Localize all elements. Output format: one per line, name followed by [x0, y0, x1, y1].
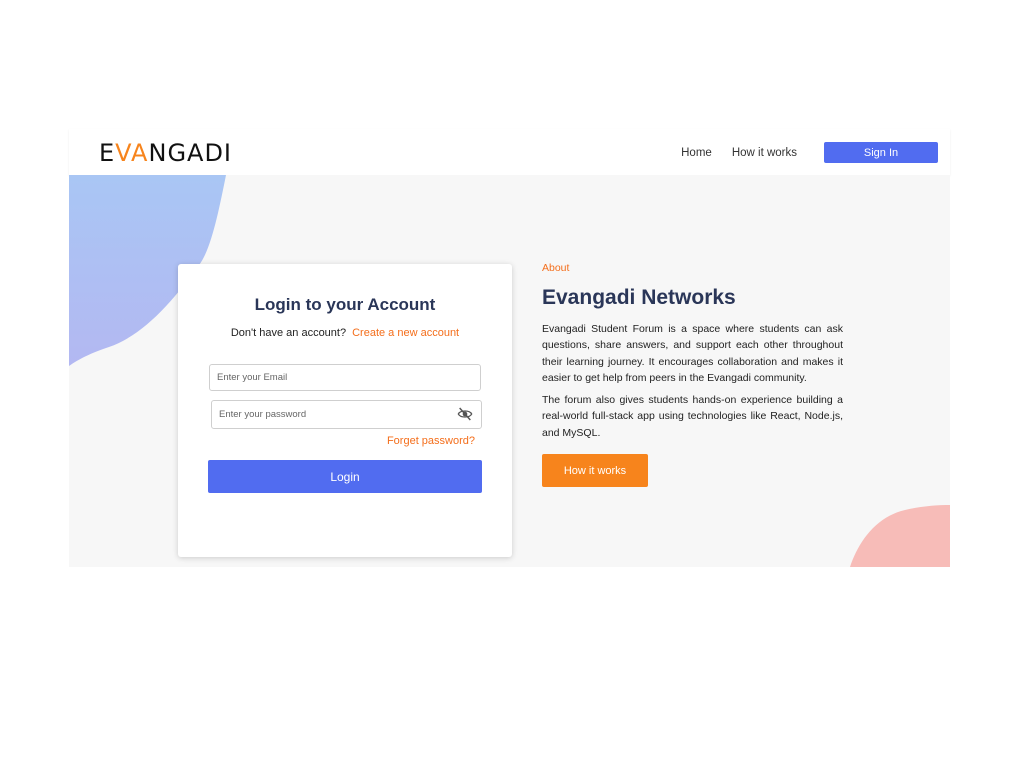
signup-prompt: Don't have an account? Create a new accou… — [178, 327, 512, 339]
password-input[interactable] — [212, 401, 449, 428]
about-title: Evangadi Networks — [542, 286, 736, 309]
password-field[interactable] — [211, 400, 482, 429]
about-paragraph-2: The forum also gives students hands-on e… — [542, 394, 843, 439]
about-label: About — [542, 262, 570, 274]
create-account-link[interactable]: Create a new account — [352, 327, 459, 339]
about-section: About Evangadi Networks Evangadi Student… — [542, 262, 843, 488]
pink-decorative-blob — [850, 505, 950, 567]
no-account-text: Don't have an account? — [230, 327, 347, 339]
about-paragraph-1: Evangadi Student Forum is a space where … — [542, 323, 843, 384]
how-it-works-button[interactable]: How it works — [542, 454, 648, 488]
eye-off-icon[interactable] — [457, 406, 473, 422]
site-header: EVANGADI Home How it works Sign In — [69, 129, 950, 175]
forget-password-link[interactable]: Forget password? — [387, 435, 475, 447]
main-section: Login to your Account Don't have an acco… — [69, 175, 950, 567]
evangadi-logo[interactable]: EVANGADI — [99, 139, 233, 167]
email-field[interactable] — [209, 364, 481, 391]
top-nav: Home How it works Sign In — [681, 142, 938, 163]
nav-home[interactable]: Home — [681, 147, 712, 159]
sign-in-button[interactable]: Sign In — [824, 142, 938, 163]
login-title: Login to your Account — [254, 295, 436, 314]
login-button[interactable]: Login — [208, 460, 482, 493]
nav-how-it-works[interactable]: How it works — [732, 147, 797, 159]
login-card: Login to your Account Don't have an acco… — [178, 264, 512, 557]
email-input[interactable] — [210, 365, 447, 390]
logo-text: EVANGADI — [99, 139, 233, 167]
